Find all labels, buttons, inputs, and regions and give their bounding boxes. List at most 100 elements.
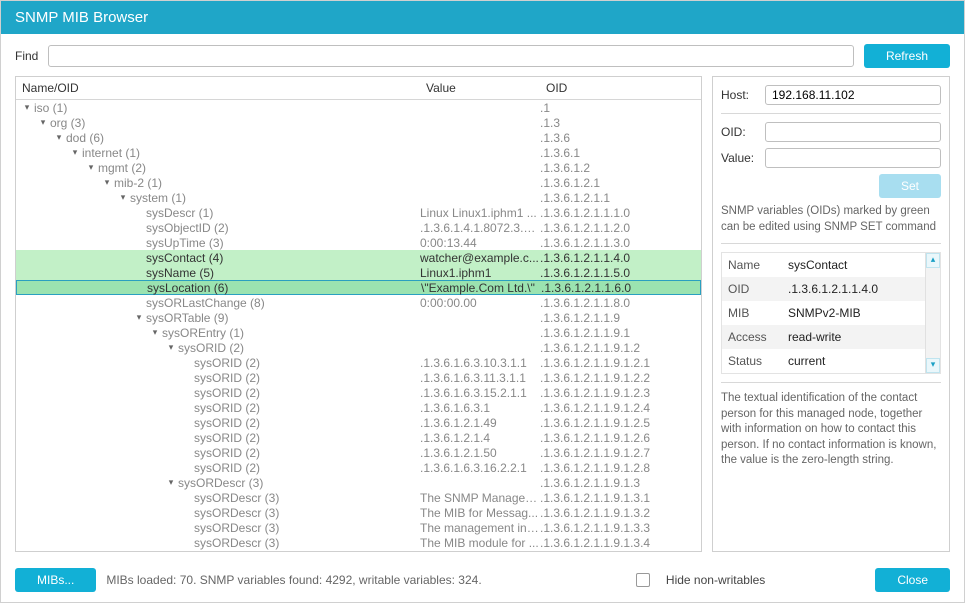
prop-mib-key: MIB	[728, 306, 788, 320]
tree-node-name: dod (6)	[66, 131, 104, 145]
tree-row[interactable]: ▾mgmt (2).1.3.6.1.2	[16, 160, 701, 175]
tree-node-value: .1.3.6.1.6.3.16.2.2.1	[420, 461, 540, 475]
tree-row[interactable]: sysORID (2).1.3.6.1.2.1.49.1.3.6.1.2.1.1…	[16, 415, 701, 430]
close-button[interactable]: Close	[875, 568, 950, 592]
tree-toggle-icon[interactable]: ▾	[70, 147, 80, 158]
prop-oid-key: OID	[728, 282, 788, 296]
tree-node-oid: .1.3.6.1.2.1.1.9.1.2.4	[540, 401, 701, 415]
tree-row[interactable]: sysORDescr (3)The SNMP Managem....1.3.6.…	[16, 490, 701, 505]
property-grid: NamesysContact OID.1.3.6.1.2.1.1.4.0 MIB…	[721, 252, 941, 374]
tree-row[interactable]: sysUpTime (3)0:00:13.44.1.3.6.1.2.1.1.3.…	[16, 235, 701, 250]
tree-node-value: The management inf...	[420, 521, 540, 535]
tree-toggle-icon[interactable]: ▾	[118, 192, 128, 203]
tree-node-value: .1.3.6.1.4.1.8072.3.2.10	[420, 221, 540, 235]
tree-node-value: .1.3.6.1.2.1.4	[420, 431, 540, 445]
tree-node-oid: .1.3.6.1.2.1.1.9.1.2.5	[540, 416, 701, 430]
tree-node-name: sysORDescr (3)	[194, 521, 279, 535]
tree-node-value: The SNMP Managem...	[420, 491, 540, 505]
prop-mib-value: SNMPv2-MIB	[788, 306, 919, 320]
tree-toggle-icon[interactable]: ▾	[134, 312, 144, 323]
tree-row[interactable]: sysORDescr (3)The MIB for Messag....1.3.…	[16, 505, 701, 520]
tree-row[interactable]: sysORLastChange (8)0:00:00.00.1.3.6.1.2.…	[16, 295, 701, 310]
mibs-button[interactable]: MIBs...	[15, 568, 96, 592]
tree-node-name: sysORID (2)	[194, 386, 260, 400]
tree-toggle-icon[interactable]: ▾	[166, 477, 176, 488]
tree-node-value: 0:00:13.44	[420, 236, 540, 250]
tree-row[interactable]: sysORID (2) .1.3.6.1.6.3.1.1.3.6.1.2.1.1.…	[16, 400, 701, 415]
tree-row[interactable]: sysORID (2).1.3.6.1.6.3.11.3.1.1.1.3.6.1…	[16, 370, 701, 385]
tree-row[interactable]: ▾iso (1).1	[16, 100, 701, 115]
tree-node-name: sysORLastChange (8)	[146, 296, 265, 310]
tree-node-oid: .1.3.6.1.2.1.1.9.1.3.2	[540, 506, 701, 520]
tree-node-value: .1.3.6.1.6.3.15.2.1.1	[420, 386, 540, 400]
tree-node-name: sysDescr (1)	[146, 206, 213, 220]
tree-row[interactable]: sysLocation (6)\"Example.Com Ltd.\".1.3.…	[16, 280, 701, 295]
tree-node-oid: .1.3.6.1.2.1.1.9.1.2.8	[540, 461, 701, 475]
tree-row[interactable]: ▾system (1).1.3.6.1.2.1.1	[16, 190, 701, 205]
tree-toggle-icon[interactable]: ▾	[86, 162, 96, 173]
set-button[interactable]: Set	[879, 174, 941, 198]
tree-node-oid: .1.3.6.1.2.1.1.5.0	[540, 266, 701, 280]
tree-row[interactable]: sysORID (2).1.3.6.1.6.3.10.3.1.1.1.3.6.1…	[16, 355, 701, 370]
tree-node-name: sysORID (2)	[194, 401, 260, 415]
tree-node-oid: .1.3.6.1.2.1.1.9.1.3.4	[540, 536, 701, 550]
tree-node-value: The MIB for Messag...	[420, 506, 540, 520]
tree-node-value: The MIB module for ...	[420, 536, 540, 550]
tree-row[interactable]: ▾sysORDescr (3).1.3.6.1.2.1.1.9.1.3	[16, 475, 701, 490]
col-oid[interactable]: OID	[540, 77, 701, 99]
tree-row[interactable]: ▾sysORID (2).1.3.6.1.2.1.1.9.1.2	[16, 340, 701, 355]
oid-input[interactable]	[765, 122, 941, 142]
tree-node-oid: .1	[540, 101, 701, 115]
tree-row[interactable]: ▾mib-2 (1).1.3.6.1.2.1	[16, 175, 701, 190]
tree-row[interactable]: sysORID (2).1.3.6.1.6.3.15.2.1.1.1.3.6.1…	[16, 385, 701, 400]
tree-node-value: \"Example.Com Ltd.\"	[421, 281, 541, 295]
tree-row[interactable]: sysORID (2).1.3.6.1.2.1.50.1.3.6.1.2.1.1…	[16, 445, 701, 460]
scroll-up-icon[interactable]: ▴	[926, 253, 940, 268]
tree-node-oid: .1.3.6.1.2.1.1.9.1.2.2	[540, 371, 701, 385]
tree-node-oid: .1.3.6	[540, 131, 701, 145]
tree-row[interactable]: sysORDescr (3)The management inf....1.3.…	[16, 520, 701, 535]
tree-row[interactable]: ▾dod (6) .1.3.6	[16, 130, 701, 145]
tree-row[interactable]: ▾internet (1).1.3.6.1	[16, 145, 701, 160]
tree-row[interactable]: sysORID (2).1.3.6.1.2.1.4.1.3.6.1.2.1.1.…	[16, 430, 701, 445]
find-input[interactable]	[48, 45, 854, 67]
tree-row[interactable]: sysObjectID (2).1.3.6.1.4.1.8072.3.2.10.…	[16, 220, 701, 235]
value-input[interactable]	[765, 148, 941, 168]
tree-row[interactable]: sysORDescr (3)The MIB module for ....1.3…	[16, 535, 701, 550]
hide-nonwritables-checkbox[interactable]	[636, 573, 650, 587]
footer: MIBs... MIBs loaded: 70. SNMP variables …	[1, 560, 964, 602]
oid-description: The textual identification of the contac…	[721, 391, 941, 469]
refresh-button[interactable]: Refresh	[864, 44, 950, 68]
tree-node-oid: .1.3.6.1.2.1.1.9.1.3.1	[540, 491, 701, 505]
tree-node-name: internet (1)	[82, 146, 140, 160]
tree-row[interactable]: sysName (5)Linux1.iphm1.1.3.6.1.2.1.1.5.…	[16, 265, 701, 280]
tree-node-name: sysUpTime (3)	[146, 236, 224, 250]
col-value[interactable]: Value	[420, 77, 540, 99]
tree-node-oid: .1.3.6.1.2.1.1.9.1	[540, 326, 701, 340]
tree-body[interactable]: ▾iso (1).1▾org (3).1.3▾dod (6).1.3.6▾int…	[16, 100, 701, 551]
tree-node-name: sysORID (2)	[178, 341, 244, 355]
hide-nonwritables-label: Hide non-writables	[666, 573, 765, 587]
tree-node-oid: .1.3.6.1.2.1.1.8.0	[540, 296, 701, 310]
scroll-down-icon[interactable]: ▾	[926, 358, 940, 373]
tree-row[interactable]: sysDescr (1)Linux Linux1.iphm1 ....1.3.6…	[16, 205, 701, 220]
tree-row[interactable]: sysORID (2).1.3.6.1.6.3.16.2.2.1.1.3.6.1…	[16, 460, 701, 475]
tree-row[interactable]: ▾sysOREntry (1).1.3.6.1.2.1.1.9.1	[16, 325, 701, 340]
col-name[interactable]: Name/OID	[16, 77, 420, 99]
prop-status-value: current	[788, 354, 919, 368]
prop-scrollbar[interactable]: ▴ ▾	[925, 253, 940, 373]
tree-node-oid: .1.3.6.1.2.1.1.1.0	[540, 206, 701, 220]
tree-row[interactable]: sysContact (4)watcher@example.c....1.3.6…	[16, 250, 701, 265]
tree-toggle-icon[interactable]: ▾	[150, 327, 160, 338]
find-bar: Find Refresh	[1, 34, 964, 76]
tree-node-oid: .1.3.6.1.2.1.1	[540, 191, 701, 205]
tree-node-value: .1.3.6.1.6.3.1	[420, 401, 540, 415]
tree-toggle-icon[interactable]: ▾	[54, 132, 64, 143]
tree-row[interactable]: ▾sysORTable (9).1.3.6.1.2.1.1.9	[16, 310, 701, 325]
tree-row[interactable]: ▾org (3).1.3	[16, 115, 701, 130]
tree-toggle-icon[interactable]: ▾	[22, 102, 32, 113]
tree-toggle-icon[interactable]: ▾	[166, 342, 176, 353]
tree-toggle-icon[interactable]: ▾	[102, 177, 112, 188]
host-input[interactable]	[765, 85, 941, 105]
tree-toggle-icon[interactable]: ▾	[38, 117, 48, 128]
